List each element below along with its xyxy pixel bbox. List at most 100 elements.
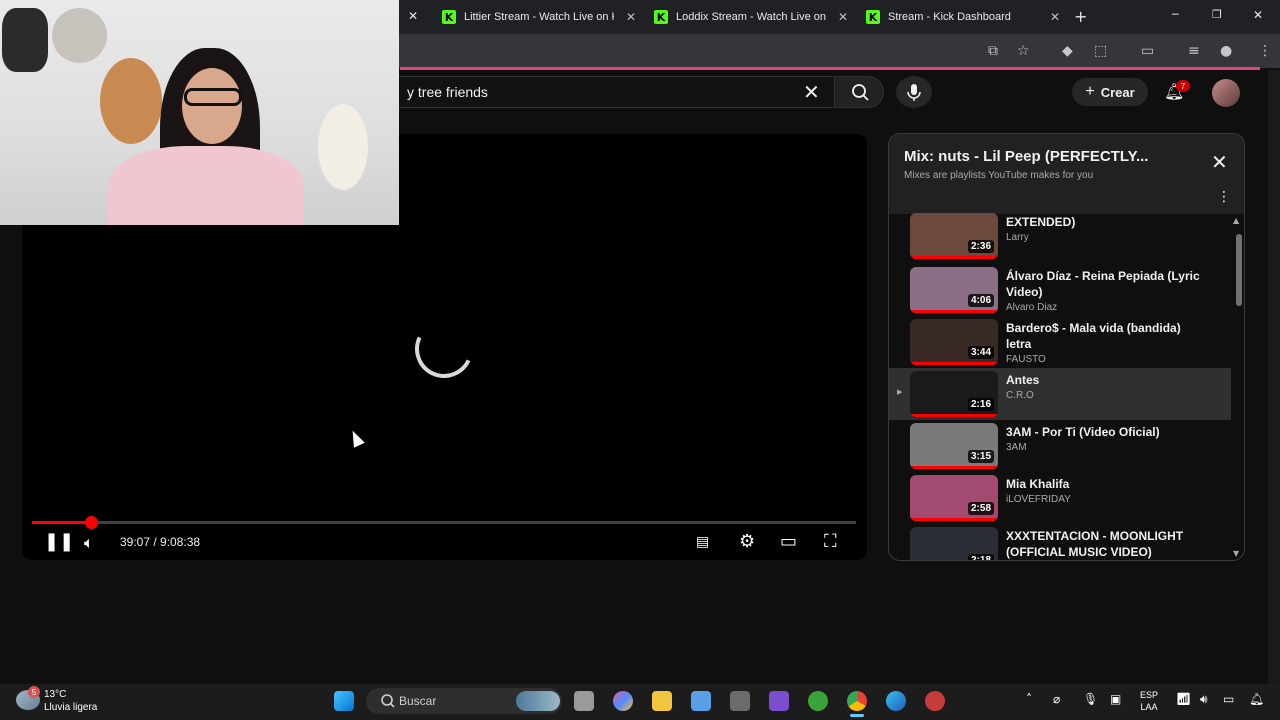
xbox-icon[interactable] (808, 691, 828, 711)
video-title[interactable]: Antes (1006, 372, 1206, 388)
video-thumbnail[interactable]: 3:44 (910, 319, 998, 365)
create-button[interactable]: + Crear (1072, 78, 1148, 106)
windows-start-icon[interactable] (334, 691, 354, 711)
kick-icon: K (866, 10, 880, 24)
video-title[interactable]: 3AM - Por Ti (Video Oficial) (1006, 424, 1206, 440)
playlist-item[interactable]: 4:06 Álvaro Díaz - Reina Pepiada (Lyric V… (889, 264, 1231, 316)
playlist-item[interactable]: ▶ 2:16 Antes C.R.O (889, 368, 1231, 420)
new-tab-button[interactable]: + (1074, 7, 1087, 26)
video-thumbnail[interactable]: 3:15 (910, 423, 998, 469)
scroll-down-arrow-icon[interactable]: ▼ (1233, 549, 1239, 558)
video-title[interactable]: Mia Khalifa (1006, 476, 1206, 492)
bookmark-star-icon[interactable]: ☆ (1017, 43, 1030, 59)
avatar[interactable] (1212, 79, 1240, 107)
settings-gear-icon[interactable]: ⚙ (739, 531, 755, 552)
extension-icon[interactable]: ◆ (1062, 43, 1073, 59)
copilot-icon[interactable] (613, 691, 633, 711)
wifi-icon[interactable]: 📶︎ (1176, 692, 1191, 706)
chrome-icon[interactable] (847, 691, 867, 711)
playlist-subtitle: Mixes are playlists YouTube makes for yo… (904, 170, 1094, 181)
tab-loddix-stream[interactable]: K Loddix Stream - Watch Live on ✕ (644, 4, 854, 30)
volume-icon[interactable]: 🔈︎ (84, 533, 94, 553)
minimize-button[interactable]: ─ (1172, 8, 1179, 21)
network-off-icon[interactable]: ⌀ (1053, 692, 1060, 706)
app-notification-icon[interactable] (925, 691, 945, 711)
battery-icon[interactable]: ▭ (1223, 692, 1234, 706)
channel-name: iLOVEFRIDAY (1006, 494, 1071, 505)
store-icon[interactable] (691, 691, 711, 711)
fullscreen-icon[interactable]: ⛶ (824, 531, 837, 552)
tab-littier-stream[interactable]: K Littier Stream - Watch Live on K ✕ (432, 4, 642, 30)
video-title[interactable]: Álvaro Díaz - Reina Pepiada (Lyric Video… (1006, 268, 1206, 300)
playlist-item[interactable]: 2:18 XXXTENTACION - MOONLIGHT (OFFICIAL M… (889, 524, 1231, 560)
video-thumbnail[interactable]: 2:58 (910, 475, 998, 521)
video-title[interactable]: Bardero$ - Mala vida (bandida) letra (1006, 320, 1206, 352)
playlist-item[interactable]: 3:15 3AM - Por Ti (Video Oficial) 3AM (889, 420, 1231, 472)
notification-bell-icon[interactable]: 🔔︎ (1249, 692, 1264, 706)
weather-temperature[interactable]: 13°C (44, 689, 66, 700)
pause-icon[interactable]: ❚❚ (44, 531, 74, 552)
sidebar-icon[interactable]: ▭ (1141, 43, 1154, 59)
more-options-icon[interactable]: ⋮ (1217, 189, 1231, 205)
chevron-up-icon[interactable]: ˄ (1026, 692, 1032, 706)
channel-name: Alvaro Diaz (1006, 302, 1058, 313)
playlist-item[interactable]: 2:58 Mia Khalifa iLOVEFRIDAY (889, 472, 1231, 524)
plus-icon: + (1085, 83, 1095, 100)
app-icon[interactable] (730, 691, 750, 711)
playlist-header: Mix: nuts - Lil Peep (PERFECTLY... Mixes… (889, 134, 1244, 214)
seek-handle[interactable] (84, 516, 98, 529)
video-duration: 2:18 (967, 554, 994, 560)
visual-studio-icon[interactable] (769, 691, 789, 711)
playlist-title[interactable]: Mix: nuts - Lil Peep (PERFECTLY... (904, 148, 1148, 165)
video-thumbnail[interactable]: 2:16 (910, 371, 998, 417)
seek-bar-progress (32, 521, 91, 524)
playlist-scrollbar-thumb[interactable] (1236, 234, 1242, 306)
puzzle-icon[interactable]: ⬚ (1094, 43, 1107, 59)
volume-icon[interactable]: 🔊︎ (1200, 692, 1208, 707)
clear-search-icon[interactable]: ✕ (803, 80, 820, 104)
kick-icon: K (442, 10, 456, 24)
search-icon (381, 694, 395, 708)
file-explorer-icon[interactable] (652, 691, 672, 711)
seek-bar[interactable] (32, 521, 856, 524)
media-control-icon[interactable]: ≡ (1188, 43, 1200, 59)
video-thumbnail[interactable]: 2:18 (910, 527, 998, 560)
microphone-icon (907, 84, 921, 101)
close-icon[interactable]: ✕ (626, 10, 636, 24)
playlist-item[interactable]: 3:44 Bardero$ - Mala vida (bandida) letra… (889, 316, 1231, 368)
close-icon[interactable]: ✕ (838, 10, 848, 24)
cast-icon[interactable]: ⧉ (988, 43, 998, 59)
task-view-icon[interactable] (574, 691, 594, 711)
watched-progress (910, 414, 998, 417)
theater-mode-icon[interactable]: ▭ (780, 531, 797, 552)
video-thumbnail[interactable]: 4:06 (910, 267, 998, 313)
close-icon[interactable]: ✕ (1050, 10, 1060, 24)
video-title[interactable]: EXTENDED) (1006, 214, 1206, 230)
tab-kick-dashboard[interactable]: K Stream - Kick Dashboard ✕ (856, 4, 1066, 30)
profile-icon[interactable]: ● (1220, 43, 1232, 59)
microphone-icon[interactable]: 🎙︎ (1083, 692, 1098, 706)
search-button[interactable] (834, 76, 884, 108)
language-indicator[interactable]: ESP LAA (1140, 689, 1158, 713)
person-face (182, 68, 242, 144)
weather-description[interactable]: Lluvia ligera (44, 702, 97, 713)
plush-toy (100, 58, 162, 144)
close-window-button[interactable]: ✕ (1253, 8, 1263, 22)
voice-search-button[interactable] (896, 76, 932, 108)
video-thumbnail[interactable]: 2:36 (910, 213, 998, 259)
edge-icon[interactable] (886, 691, 906, 711)
search-icon (852, 84, 869, 101)
plush-toy (2, 8, 48, 72)
menu-kebab-icon[interactable]: ⋮ (1258, 43, 1272, 59)
playlist-item[interactable]: 2:36 EXTENDED) Larry (889, 210, 1231, 262)
subtitles-icon[interactable]: ▤ (696, 534, 709, 550)
monitor-icon[interactable]: ▣ (1110, 692, 1121, 706)
page-scrollbar[interactable] (1268, 70, 1280, 684)
close-playlist-icon[interactable]: ✕ (1211, 150, 1228, 174)
playlist-panel: Mix: nuts - Lil Peep (PERFECTLY... Mixes… (888, 133, 1245, 561)
scroll-up-arrow-icon[interactable]: ▲ (1233, 216, 1239, 225)
maximize-button[interactable]: ❐ (1212, 8, 1222, 21)
tab-close-icon[interactable]: ✕ (408, 9, 418, 23)
video-title[interactable]: XXXTENTACION - MOONLIGHT (OFFICIAL MUSIC… (1006, 528, 1206, 560)
plush-toy (52, 8, 107, 63)
